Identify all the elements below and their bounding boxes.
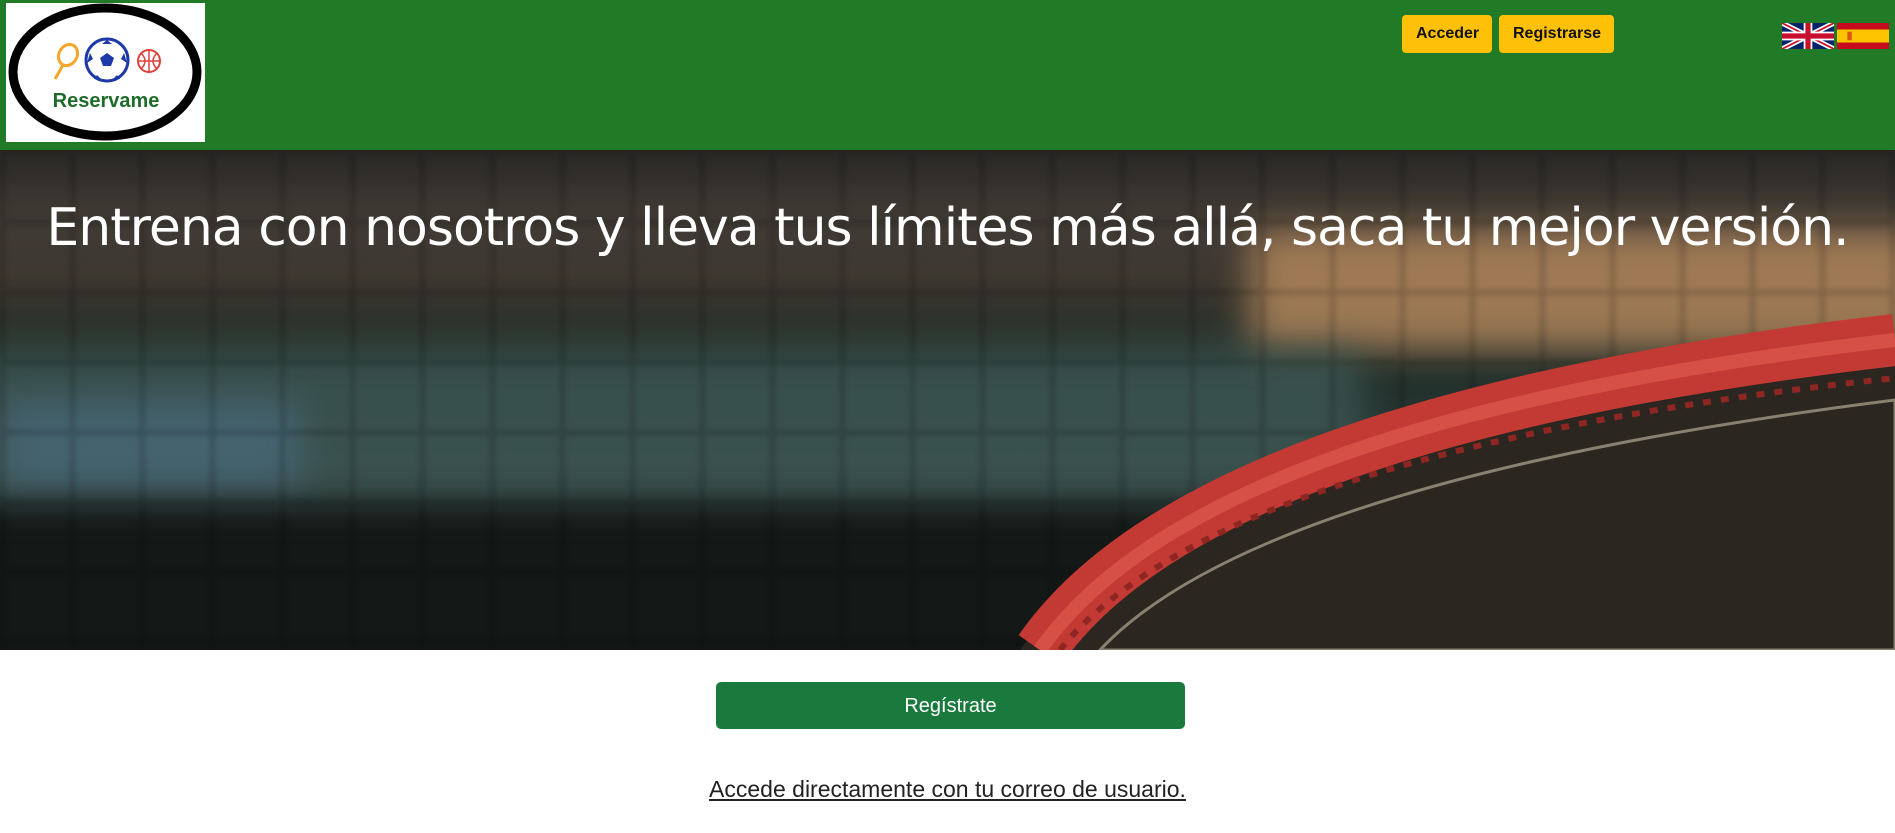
- soccer-ball-icon: [84, 37, 130, 83]
- hero-banner: Entrena con nosotros y lleva tus límites…: [0, 150, 1895, 650]
- uk-flag-icon[interactable]: [1782, 23, 1834, 49]
- basketball-icon: [137, 49, 161, 73]
- spain-flag-icon[interactable]: [1837, 23, 1889, 49]
- login-button[interactable]: Acceder: [1402, 15, 1492, 53]
- top-navbar: Reservame Acceder Registrarse: [0, 0, 1895, 150]
- hero-title: Entrena con nosotros y lleva tus límites…: [46, 198, 1849, 258]
- register-cta-button[interactable]: Regístrate: [716, 682, 1185, 729]
- site-logo[interactable]: Reservame: [6, 3, 205, 142]
- language-selector: [1782, 23, 1889, 49]
- reservame-logo: Reservame: [8, 3, 202, 141]
- auth-button-group: Acceder Registrarse: [1402, 15, 1614, 53]
- logo-text: Reservame: [53, 90, 160, 112]
- register-button[interactable]: Registrarse: [1499, 15, 1614, 53]
- email-login-link[interactable]: Accede directamente con tu correo de usu…: [0, 776, 1895, 803]
